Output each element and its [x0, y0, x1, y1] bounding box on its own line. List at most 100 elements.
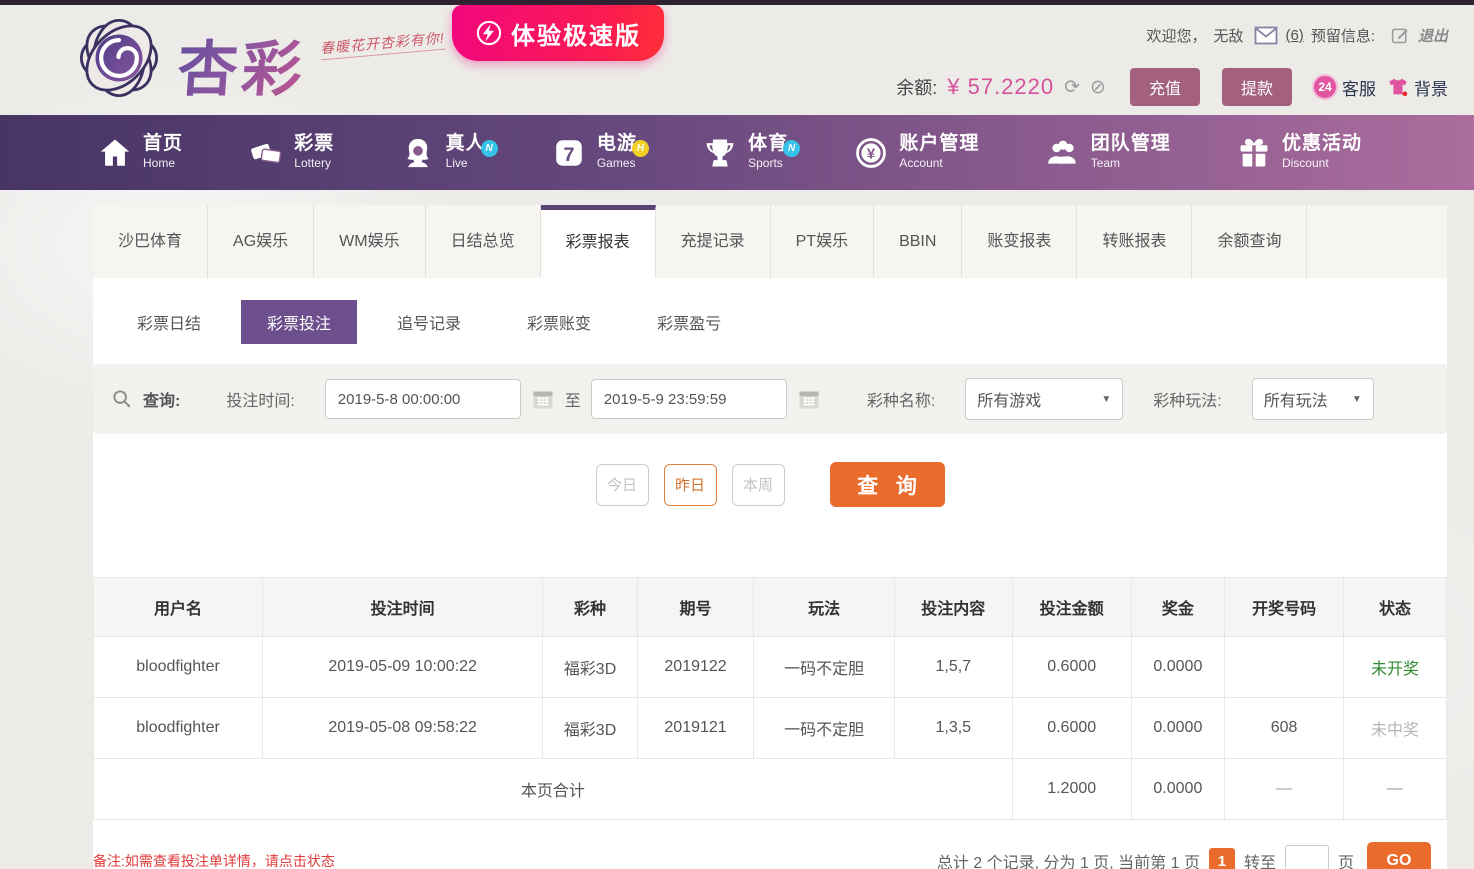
current-page-button[interactable]: 1: [1208, 848, 1235, 869]
tab-daily-overview[interactable]: 日结总览: [426, 205, 541, 278]
tab-deposit-withdraw[interactable]: 充提记录: [656, 205, 771, 278]
chevron-down-icon: ▼: [1101, 393, 1112, 405]
col-bet-amount: 投注金额: [1011, 577, 1132, 637]
cell-issue: 2019122: [636, 636, 755, 698]
summary-status: —: [1343, 758, 1447, 820]
slot-7-icon: 7: [550, 134, 588, 172]
nav-item-discount[interactable]: 优惠活动 Discount: [1235, 134, 1362, 172]
tab-bbin[interactable]: BBIN: [874, 205, 963, 278]
query-button[interactable]: 查 询: [829, 462, 945, 507]
nav-label-zh: 体育: [748, 133, 789, 155]
mail-count-link[interactable]: (6): [1285, 27, 1303, 44]
speed-version-banner[interactable]: 体验极速版: [452, 5, 664, 61]
summary-prize: 0.0000: [1130, 758, 1226, 820]
edit-icon[interactable]: [1390, 25, 1411, 46]
nav-item-team[interactable]: 团队管理 Team: [1044, 134, 1171, 172]
tab-pt[interactable]: PT娱乐: [771, 205, 875, 278]
tab-lottery-report[interactable]: 彩票报表: [540, 205, 656, 278]
nav-label-zh: 优惠活动: [1281, 133, 1362, 155]
today-button[interactable]: 今日: [595, 463, 649, 506]
subtab-lottery-bets[interactable]: 彩票投注: [241, 300, 358, 344]
page-unit-label: 页: [1337, 855, 1354, 869]
time-to-input[interactable]: [590, 379, 787, 419]
nav-item-lottery[interactable]: 彩票 Lottery: [247, 134, 334, 172]
subtab-lottery-account-change[interactable]: 彩票账变: [501, 300, 617, 344]
cell-status-link[interactable]: 未中奖: [1343, 697, 1447, 759]
yesterday-button[interactable]: 昨日: [663, 463, 717, 506]
tab-balance-query[interactable]: 余额查询: [1192, 205, 1308, 278]
calendar-icon[interactable]: [797, 387, 821, 411]
nav-label-en: Home: [143, 156, 176, 171]
mail-icon[interactable]: [1254, 26, 1278, 46]
customer-service-link[interactable]: 24 客服: [1312, 74, 1376, 100]
time-from-input[interactable]: [324, 379, 521, 419]
goto-label: 转至: [1243, 855, 1276, 869]
cell-bet-amount: 0.6000: [1011, 697, 1132, 759]
play-type-select[interactable]: 所有玩法 ▼: [1251, 378, 1374, 420]
col-issue: 期号: [636, 577, 755, 637]
col-bet-content: 投注内容: [893, 577, 1013, 637]
to-label: 至: [564, 393, 581, 410]
tab-account-change-report[interactable]: 账变报表: [962, 205, 1078, 278]
col-status: 状态: [1343, 577, 1447, 637]
tab-ag[interactable]: AG娱乐: [208, 205, 315, 278]
nav-label-en: Games: [596, 156, 636, 171]
withdraw-button[interactable]: 提款: [1221, 68, 1292, 106]
new-badge: N: [480, 139, 498, 157]
table-row: bloodfighter 2019-05-08 09:58:22 福彩3D 20…: [92, 697, 1447, 759]
svg-text:7: 7: [563, 143, 574, 165]
lottery-name-select[interactable]: 所有游戏 ▼: [965, 378, 1124, 420]
goto-page-input[interactable]: [1284, 845, 1329, 869]
subtab-chase-records[interactable]: 追号记录: [371, 300, 487, 344]
summary-row: 本页合计 1.2000 0.0000 — —: [93, 758, 1447, 820]
col-bet-time: 投注时间: [262, 577, 544, 637]
col-draw-number: 开奖号码: [1224, 577, 1345, 637]
nav-item-live[interactable]: 真人 Live N: [399, 134, 498, 172]
yen-coin-icon: ¥: [852, 134, 890, 172]
col-username: 用户名: [92, 577, 264, 637]
cell-prize: 0.0000: [1130, 697, 1226, 759]
lottery-name-value: 所有游戏: [977, 393, 1042, 410]
tab-shaba-sports[interactable]: 沙巴体育: [93, 205, 209, 278]
tab-wm[interactable]: WM娱乐: [314, 205, 426, 278]
subtab-lottery-profit-loss[interactable]: 彩票盈亏: [631, 300, 747, 344]
go-button[interactable]: GO: [1367, 842, 1431, 869]
chevron-down-icon: ▼: [1351, 393, 1362, 405]
new-badge: N: [783, 139, 801, 157]
background-switch-link[interactable]: 背景: [1386, 75, 1448, 100]
nav-label-en: Live: [445, 156, 468, 171]
nav-label-zh: 账户管理: [899, 133, 980, 155]
recharge-button[interactable]: 充值: [1129, 68, 1200, 106]
nav-item-home[interactable]: 首页 Home: [96, 134, 183, 172]
subtab-lottery-daily[interactable]: 彩票日结: [111, 300, 227, 344]
tab-transfer-report[interactable]: 转账报表: [1077, 205, 1193, 278]
content-panel: 沙巴体育 AG娱乐 WM娱乐 日结总览 彩票报表 充提记录 PT娱乐 BBIN …: [92, 205, 1447, 869]
logo[interactable]: 杏彩 春暖花开杏彩有你!: [72, 11, 446, 108]
site-header: 杏彩 春暖花开杏彩有你! 体验极速版 欢迎您， 无敌 (6) 预留信息: 退出: [0, 5, 1474, 115]
brand-flower-icon: [79, 18, 159, 98]
reserved-info-label: 预留信息:: [1310, 28, 1375, 45]
calendar-icon[interactable]: [531, 387, 555, 411]
this-week-button[interactable]: 本周: [731, 463, 785, 506]
nav-label-en: Discount: [1281, 156, 1329, 171]
logout-link[interactable]: 退出: [1418, 25, 1448, 46]
cell-bet-amount: 0.6000: [1011, 636, 1132, 698]
nav-label-zh: 彩票: [294, 133, 335, 155]
cell-status-link[interactable]: 未开奖: [1343, 636, 1447, 698]
nav-item-games[interactable]: 7 电游 Games H: [550, 134, 649, 172]
nav-label-zh: 首页: [143, 133, 184, 155]
welcome-text: 欢迎您，: [1146, 28, 1207, 45]
nav-item-sports[interactable]: 体育 Sports N: [701, 133, 801, 172]
nav-item-account[interactable]: ¥ 账户管理 Account: [852, 134, 979, 172]
summary-draw-number: —: [1224, 758, 1345, 820]
quick-filter-row: 今日 昨日 本周 查 询: [93, 462, 1447, 507]
hide-balance-icon[interactable]: ⊘: [1090, 78, 1106, 97]
svg-text:¥: ¥: [867, 146, 876, 162]
report-tabs: 沙巴体育 AG娱乐 WM娱乐 日结总览 彩票报表 充提记录 PT娱乐 BBIN …: [93, 205, 1447, 278]
lightning-icon: [476, 20, 502, 46]
hot-badge: H: [631, 139, 649, 157]
cell-draw-number: [1224, 636, 1345, 698]
refresh-balance-icon[interactable]: ⟳: [1064, 78, 1080, 97]
bottom-row: 备注:如需查看投注单详情，请点击状态 总计 2 个记录, 分为 1 页, 当前第…: [93, 842, 1447, 869]
cell-lottery: 福彩3D: [542, 636, 638, 698]
